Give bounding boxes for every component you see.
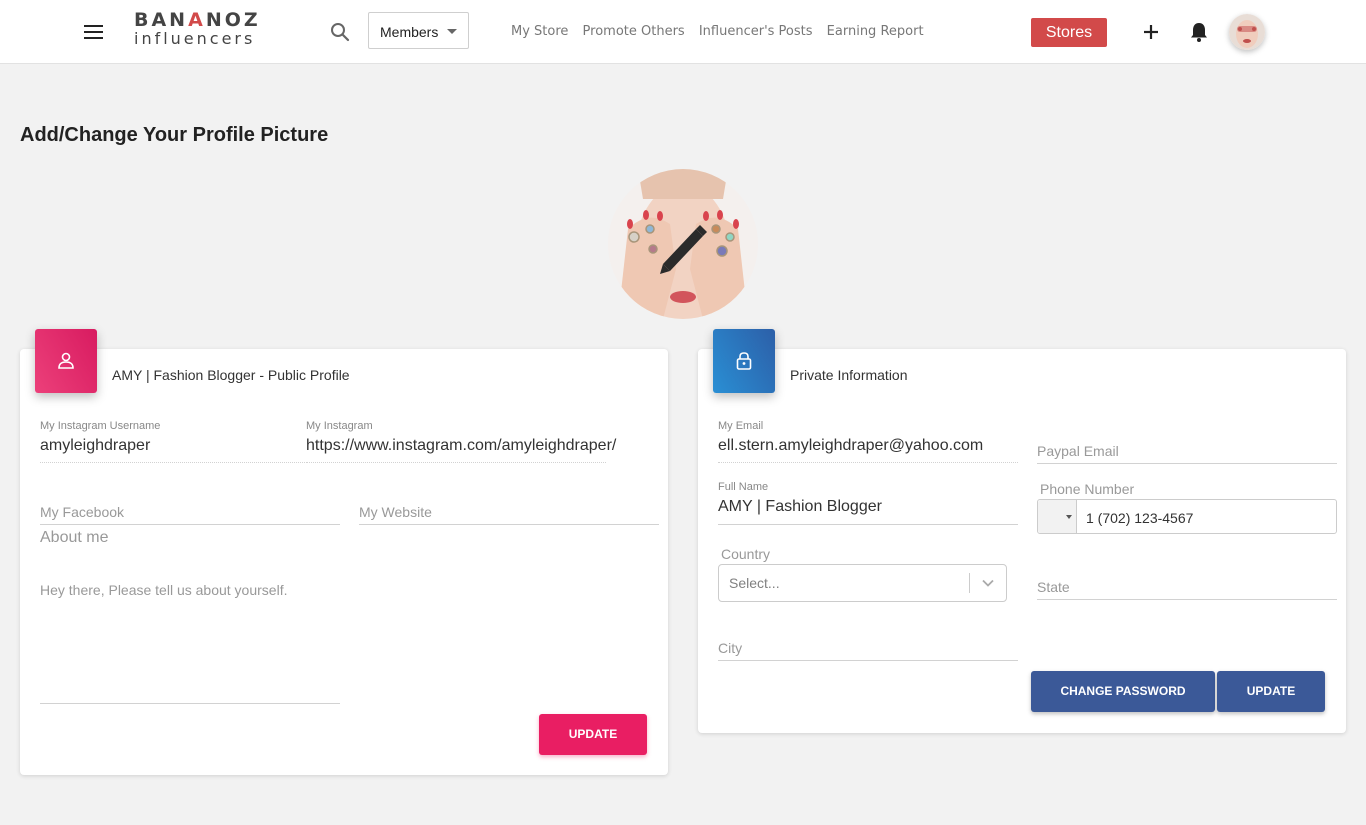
private-info-card: Private Information My Email ell.stern.a…	[698, 329, 1346, 733]
logo[interactable]: BANANOZ influencers	[134, 11, 261, 47]
chevron-down-icon	[981, 576, 995, 595]
country-select-placeholder: Select...	[729, 575, 780, 591]
instagram-username-input[interactable]: amyleighdraper	[40, 437, 150, 455]
city-input[interactable]: City	[718, 640, 742, 656]
instagram-username-underline	[40, 462, 305, 463]
city-underline	[718, 660, 1018, 661]
instagram-url-input[interactable]: https://www.instagram.com/amyleighdraper…	[306, 437, 616, 455]
top-bar: BANANOZ influencers Members My Store Pro…	[0, 0, 1366, 64]
avatar[interactable]	[1229, 14, 1265, 50]
paypal-email-underline	[1037, 463, 1337, 464]
private-info-title: Private Information	[790, 367, 908, 383]
country-select[interactable]: Select...	[718, 564, 1007, 602]
stores-button[interactable]: Stores	[1031, 18, 1107, 47]
logo-subtitle: influencers	[134, 29, 256, 48]
logo-wordmark: BANANOZ	[134, 9, 261, 31]
nav-influencers-posts[interactable]: Influencer's Posts	[699, 24, 813, 39]
nav-promote-others[interactable]: Promote Others	[583, 24, 685, 39]
state-input[interactable]: State	[1037, 579, 1070, 595]
public-profile-title: AMY | Fashion Blogger - Public Profile	[112, 367, 350, 383]
instagram-url-underline	[306, 462, 606, 463]
about-me-underline	[40, 703, 340, 704]
select-divider	[969, 573, 970, 593]
full-name-underline	[718, 524, 1018, 525]
about-me-label: About me	[40, 529, 109, 546]
menu-icon[interactable]	[84, 24, 104, 40]
instagram-label: My Instagram	[306, 420, 373, 432]
search-icon[interactable]	[330, 22, 350, 42]
full-name-label: Full Name	[718, 481, 769, 493]
private-info-badge	[713, 329, 775, 393]
email-input[interactable]: ell.stern.amyleighdraper@yahoo.com	[718, 437, 983, 455]
full-name-input[interactable]: AMY | Fashion Blogger	[718, 498, 882, 516]
nav-my-store[interactable]: My Store	[511, 24, 568, 39]
public-profile-badge	[35, 329, 97, 393]
nav-earning-report[interactable]: Earning Report	[827, 24, 924, 39]
members-dropdown-label: Members	[380, 24, 439, 40]
email-underline	[718, 462, 1018, 463]
main-nav: My Store Promote Others Influencer's Pos…	[511, 24, 934, 39]
members-dropdown[interactable]: Members	[368, 12, 469, 49]
state-underline	[1037, 599, 1337, 600]
public-update-button[interactable]: UPDATE	[539, 714, 647, 755]
page-title: Add/Change Your Profile Picture	[20, 124, 329, 146]
instagram-username-label: My Instagram Username	[40, 420, 161, 432]
bell-icon[interactable]	[1189, 21, 1209, 43]
lock-icon	[736, 352, 752, 370]
private-update-button[interactable]: UPDATE	[1217, 671, 1325, 712]
about-me-textarea[interactable]: Hey there, Please tell us about yourself…	[40, 582, 287, 598]
user-icon	[58, 352, 74, 369]
caret-down-icon	[447, 29, 457, 34]
email-label: My Email	[718, 420, 764, 432]
facebook-underline	[40, 524, 340, 525]
caret-down-icon	[1066, 515, 1072, 519]
website-underline	[359, 524, 659, 525]
public-profile-card: AMY | Fashion Blogger - Public Profile M…	[20, 329, 668, 775]
phone-label: Phone Number	[1040, 481, 1135, 497]
phone-input[interactable]: 1 (702) 123-4567	[1086, 510, 1193, 526]
country-label: Country	[721, 546, 771, 562]
paypal-email-input[interactable]: Paypal Email	[1037, 443, 1119, 459]
facebook-input[interactable]: My Facebook	[40, 504, 124, 520]
plus-icon[interactable]	[1141, 22, 1161, 42]
profile-picture[interactable]	[608, 169, 758, 319]
change-password-button[interactable]: CHANGE PASSWORD	[1031, 671, 1215, 712]
country-code-dropdown[interactable]	[1038, 500, 1077, 533]
phone-field: 1 (702) 123-4567	[1037, 499, 1337, 534]
website-input[interactable]: My Website	[359, 504, 432, 520]
